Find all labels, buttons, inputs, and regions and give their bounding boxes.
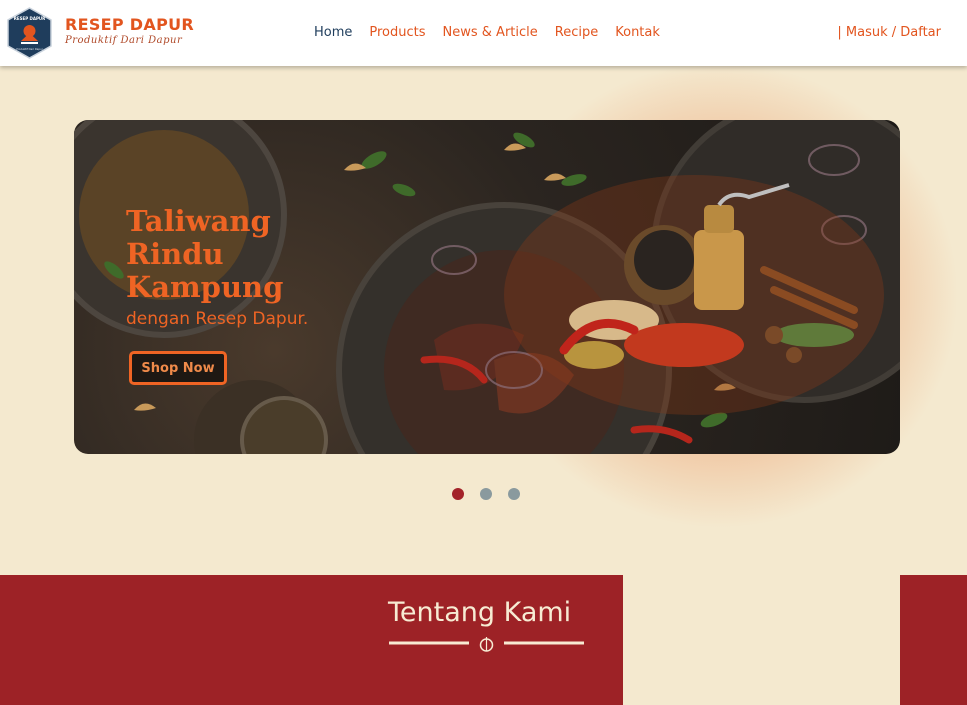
hero-title-line: Kampung — [126, 270, 284, 304]
svg-text:Produktif Dari Dapur: Produktif Dari Dapur — [16, 47, 43, 51]
svg-text:RESEP DAPUR: RESEP DAPUR — [14, 16, 45, 21]
about-title: Tentang Kami — [388, 597, 572, 628]
login-register-link[interactable]: | Masuk / Daftar — [837, 25, 941, 40]
hero-title: Taliwang Rindu Kampung — [126, 205, 386, 304]
nav-kontak[interactable]: Kontak — [615, 25, 660, 40]
nav-home[interactable]: Home — [314, 25, 352, 40]
hero-title-line: Rindu — [126, 237, 224, 271]
brand-name: RESEP DAPUR — [65, 15, 195, 34]
carousel-dot-1[interactable] — [452, 488, 464, 500]
nav-recipe[interactable]: Recipe — [555, 25, 598, 40]
brand[interactable]: RESEP DAPUR Produktif Dari Dapur — [65, 15, 194, 46]
main-nav: Home Products News & Article Recipe Kont… — [314, 25, 660, 40]
about-section-panel — [623, 575, 900, 705]
hero-subtitle: dengan Resep Dapur. — [126, 309, 309, 329]
nav-products[interactable]: Products — [369, 25, 425, 40]
shop-now-button[interactable]: Shop Now — [129, 351, 227, 385]
carousel-indicators — [452, 488, 520, 500]
carousel-dot-2[interactable] — [480, 488, 492, 500]
onion-divider-icon — [389, 637, 584, 652]
nav-news-article[interactable]: News & Article — [443, 25, 538, 40]
site-header: RESEP DAPUR Produktif Dari Dapur RESEP D… — [0, 0, 967, 66]
about-section-background-right — [900, 575, 967, 705]
hero-title-line: Taliwang — [126, 204, 271, 238]
resep-dapur-logo[interactable]: RESEP DAPUR Produktif Dari Dapur — [7, 7, 52, 59]
carousel-dot-3[interactable] — [508, 488, 520, 500]
brand-tagline: Produktif Dari Dapur — [65, 35, 183, 46]
hero-banner: Taliwang Rindu Kampung dengan Resep Dapu… — [74, 120, 900, 454]
